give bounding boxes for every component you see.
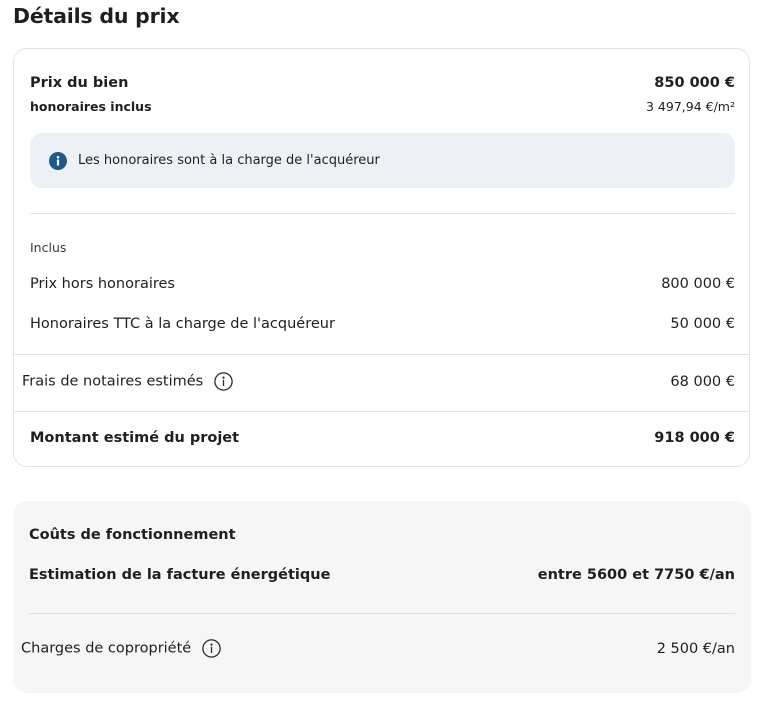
running-costs-section: Coûts de fonctionnement Estimation de la… <box>13 501 751 693</box>
energy-value: entre 5600 et 7750 €/an <box>537 567 735 583</box>
fees-included-label: honoraires inclus <box>30 99 152 114</box>
fees-ttc-label: Honoraires TTC à la charge de l'acquéreu… <box>30 316 335 332</box>
fees-info-box: Les honoraires sont à la charge de l'acq… <box>30 133 735 188</box>
info-circle-outline-icon[interactable] <box>214 372 233 391</box>
info-circle-filled-icon <box>49 151 67 170</box>
energy-label: Estimation de la facture énergétique <box>29 567 331 583</box>
coproperty-value: 2 500 €/an <box>656 640 735 657</box>
price-excl-fees-row: Prix hors honoraires 800 000 € <box>30 276 735 292</box>
price-value: 850 000 € <box>654 75 735 91</box>
price-label: Prix du bien <box>30 75 129 91</box>
notary-fees-row: Frais de notaires estimés 68 000 € <box>22 372 735 391</box>
notary-fees-label: Frais de notaires estimés <box>22 373 204 390</box>
notary-fees-value: 68 000 € <box>670 373 735 390</box>
coproperty-row: Charges de copropriété 2 500 €/an <box>21 639 735 658</box>
running-costs-title: Coûts de fonctionnement <box>29 527 236 543</box>
page-title: Détails du prix <box>13 4 180 28</box>
running-costs-title-row: Coûts de fonctionnement <box>29 527 236 543</box>
project-total-value: 918 000 € <box>654 430 735 446</box>
coproperty-label-wrap: Charges de copropriété <box>21 639 221 658</box>
divider <box>29 613 735 614</box>
price-row: Prix du bien 850 000 € <box>30 75 735 91</box>
energy-row: Estimation de la facture énergétique ent… <box>29 567 735 583</box>
included-row: Inclus <box>30 240 66 255</box>
fees-ttc-value: 50 000 € <box>670 316 735 332</box>
coproperty-label: Charges de copropriété <box>21 640 192 657</box>
project-total-row: Montant estimé du projet 918 000 € <box>30 430 735 446</box>
fees-info-text: Les honoraires sont à la charge de l'acq… <box>78 153 380 168</box>
price-per-m2: 3 497,94 €/m² <box>646 99 735 114</box>
price-excl-fees-value: 800 000 € <box>661 276 735 292</box>
info-circle-outline-icon[interactable] <box>202 639 221 658</box>
fees-ttc-row: Honoraires TTC à la charge de l'acquéreu… <box>30 316 735 332</box>
fees-included-row: honoraires inclus 3 497,94 €/m² <box>30 99 735 114</box>
divider <box>14 411 749 412</box>
price-details-card: Prix du bien 850 000 € honoraires inclus… <box>13 48 750 467</box>
price-excl-fees-label: Prix hors honoraires <box>30 276 175 292</box>
project-total-label: Montant estimé du projet <box>30 430 240 446</box>
divider <box>14 354 749 355</box>
notary-fees-label-wrap: Frais de notaires estimés <box>22 372 233 391</box>
included-label: Inclus <box>30 240 67 255</box>
divider <box>30 213 735 214</box>
